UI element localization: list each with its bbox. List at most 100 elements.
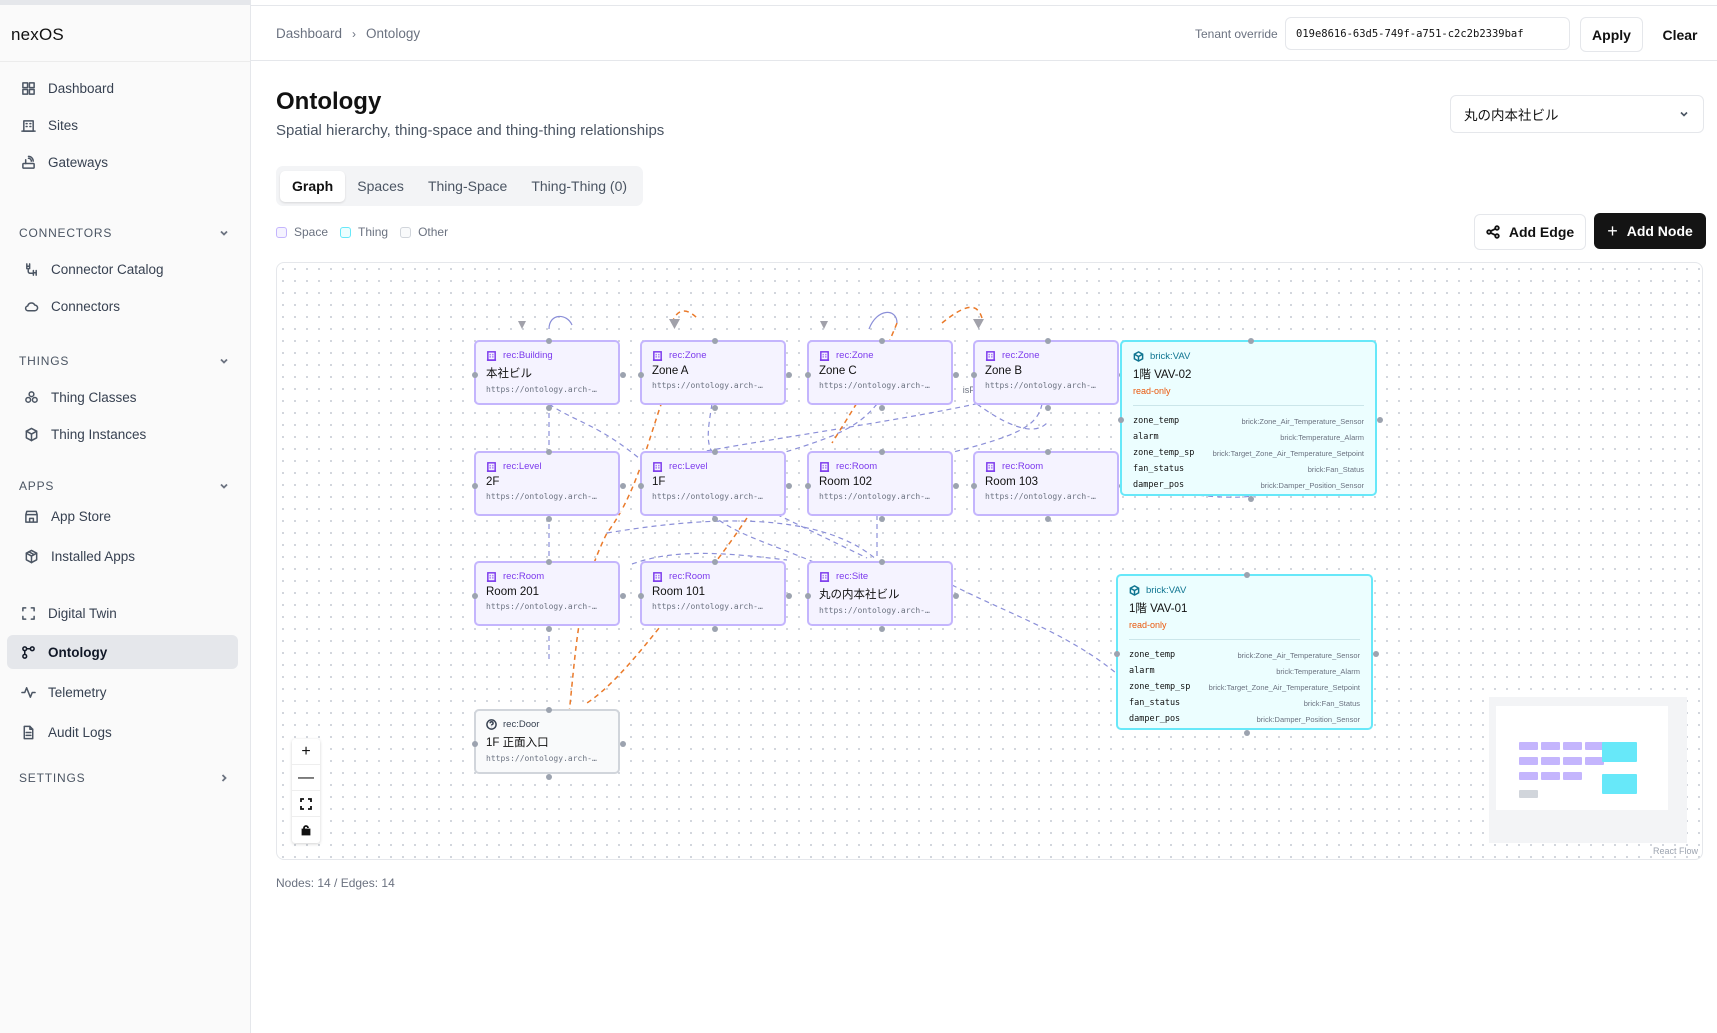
graph-node[interactable]: rec:Building 本社ビル https://ontology.arch-… — [472, 338, 626, 411]
fit-view-button[interactable] — [292, 791, 320, 817]
node-handle[interactable] — [805, 592, 811, 599]
sidebar-item-connector-catalog[interactable]: Connector Catalog — [7, 252, 238, 286]
graph-node[interactable]: rec:Room Room 101 https://ontology.arch-… — [638, 559, 792, 632]
node-handle[interactable] — [712, 405, 718, 411]
app-logo[interactable]: nexOS — [11, 25, 64, 45]
node-handle[interactable] — [879, 338, 885, 344]
node-handle[interactable] — [879, 449, 885, 455]
tenant-override-input[interactable] — [1285, 17, 1570, 50]
graph-node[interactable]: rec:Zone Zone C https://ontology.arch-… — [805, 338, 959, 411]
node-handle[interactable] — [953, 371, 959, 378]
sidebar-item-thing-instances[interactable]: Thing Instances — [7, 417, 238, 451]
node-handle[interactable] — [1377, 417, 1383, 423]
sidebar-item-installed-apps[interactable]: Installed Apps — [7, 539, 238, 573]
node-handle[interactable] — [546, 405, 552, 411]
node-handle[interactable] — [1114, 651, 1120, 657]
node-handle[interactable] — [472, 482, 478, 489]
node-handle[interactable] — [1247, 338, 1254, 344]
clear-button[interactable]: Clear — [1651, 17, 1709, 52]
node-handle[interactable] — [1118, 417, 1124, 423]
add-edge-button[interactable]: Add Edge — [1474, 214, 1586, 250]
node-handle[interactable] — [712, 449, 718, 455]
apply-button[interactable]: Apply — [1580, 17, 1643, 52]
sidebar-item-gateways[interactable]: Gateways — [7, 145, 238, 179]
graph-canvas[interactable]: isPartOf isPartOf isPartOf isPartOf isPa… — [276, 262, 1703, 860]
node-handle[interactable] — [472, 371, 478, 378]
node-handle[interactable] — [472, 740, 478, 747]
node-handle[interactable] — [712, 626, 718, 632]
node-handle[interactable] — [712, 516, 718, 522]
node-handle[interactable] — [620, 371, 626, 378]
node-handle[interactable] — [638, 371, 644, 378]
node-handle[interactable] — [546, 559, 552, 565]
node-handle[interactable] — [786, 482, 792, 489]
node-handle[interactable] — [620, 740, 626, 747]
node-handle[interactable] — [1045, 338, 1051, 344]
node-handle[interactable] — [953, 482, 959, 489]
node-handle[interactable] — [620, 482, 626, 489]
tab-thing-space[interactable]: Thing-Space — [416, 171, 519, 202]
node-handle[interactable] — [1045, 449, 1051, 455]
sidebar-item-ontology[interactable]: Ontology — [7, 635, 238, 669]
section-connectors[interactable]: CONNECTORS — [19, 223, 230, 243]
section-settings[interactable]: SETTINGS — [19, 768, 230, 788]
node-handle[interactable] — [953, 592, 959, 599]
graph-node[interactable]: rec:Site 丸の内本社ビル https://ontology.arch-… — [805, 559, 959, 632]
graph-node[interactable]: rec:Room Room 102 https://ontology.arch-… — [805, 449, 959, 522]
node-handle[interactable] — [712, 338, 718, 344]
node-handle[interactable] — [638, 592, 644, 599]
node-handle[interactable] — [805, 482, 811, 489]
zoom-out-button[interactable]: — — [292, 765, 320, 791]
node-handle[interactable] — [472, 592, 478, 599]
add-node-button[interactable]: + Add Node — [1594, 213, 1706, 249]
node-handle[interactable] — [1243, 572, 1250, 578]
node-handle[interactable] — [638, 482, 644, 489]
breadcrumb-dashboard[interactable]: Dashboard — [276, 26, 342, 41]
graph-node[interactable]: rec:Door 1F 正面入口 https://ontology.arch-… — [472, 707, 626, 780]
node-handle[interactable] — [546, 516, 552, 522]
node-handle[interactable] — [971, 482, 977, 489]
node-handle[interactable] — [546, 338, 552, 344]
section-apps[interactable]: APPS — [19, 476, 230, 496]
zoom-in-button[interactable]: + — [292, 739, 320, 765]
node-handle[interactable] — [1045, 516, 1051, 522]
tab-spaces[interactable]: Spaces — [345, 171, 416, 202]
node-handle[interactable] — [1045, 405, 1051, 411]
node-handle[interactable] — [879, 405, 885, 411]
tab-graph[interactable]: Graph — [280, 170, 346, 202]
thing-node[interactable]: brick:VAV 1階 VAV-01 read-only zone_temp b… — [1114, 572, 1379, 736]
tab-thing-thing[interactable]: Thing-Thing (0) — [519, 171, 639, 202]
node-handle[interactable] — [1243, 730, 1250, 736]
graph-node[interactable]: rec:Zone Zone A https://ontology.arch-… — [638, 338, 792, 411]
node-handle[interactable] — [879, 626, 885, 632]
section-things[interactable]: THINGS — [19, 351, 230, 371]
node-handle[interactable] — [786, 592, 792, 599]
node-handle[interactable] — [786, 371, 792, 378]
graph-node[interactable]: rec:Zone Zone B https://ontology.arch-… — [971, 338, 1125, 411]
sidebar-item-audit-logs[interactable]: Audit Logs — [7, 715, 238, 749]
react-flow-attribution[interactable]: React Flow — [1653, 846, 1698, 856]
minimap[interactable] — [1489, 697, 1687, 843]
node-handle[interactable] — [546, 707, 552, 713]
sidebar-item-sites[interactable]: Sites — [7, 108, 238, 142]
node-handle[interactable] — [1373, 651, 1379, 657]
sidebar-item-telemetry[interactable]: Telemetry — [7, 675, 238, 709]
sidebar-item-app-store[interactable]: App Store — [7, 499, 238, 533]
graph-node[interactable]: rec:Level 1F https://ontology.arch-… — [638, 449, 792, 522]
graph-node[interactable]: rec:Room Room 103 https://ontology.arch-… — [971, 449, 1125, 522]
graph-node[interactable]: rec:Room Room 201 https://ontology.arch-… — [472, 559, 626, 632]
node-handle[interactable] — [1247, 496, 1254, 502]
lock-button[interactable] — [292, 817, 320, 843]
node-handle[interactable] — [971, 371, 977, 378]
node-handle[interactable] — [712, 559, 718, 565]
node-handle[interactable] — [620, 592, 626, 599]
node-handle[interactable] — [546, 774, 552, 780]
sidebar-item-connectors[interactable]: Connectors — [7, 289, 238, 323]
node-handle[interactable] — [805, 371, 811, 378]
thing-node[interactable]: brick:VAV 1階 VAV-02 read-only zone_temp b… — [1118, 338, 1383, 502]
sidebar-item-digital-twin[interactable]: Digital Twin — [7, 596, 238, 630]
site-select[interactable]: 丸の内本社ビル — [1450, 95, 1704, 133]
node-handle[interactable] — [879, 559, 885, 565]
sidebar-item-dashboard[interactable]: Dashboard — [7, 71, 238, 105]
node-handle[interactable] — [546, 449, 552, 455]
